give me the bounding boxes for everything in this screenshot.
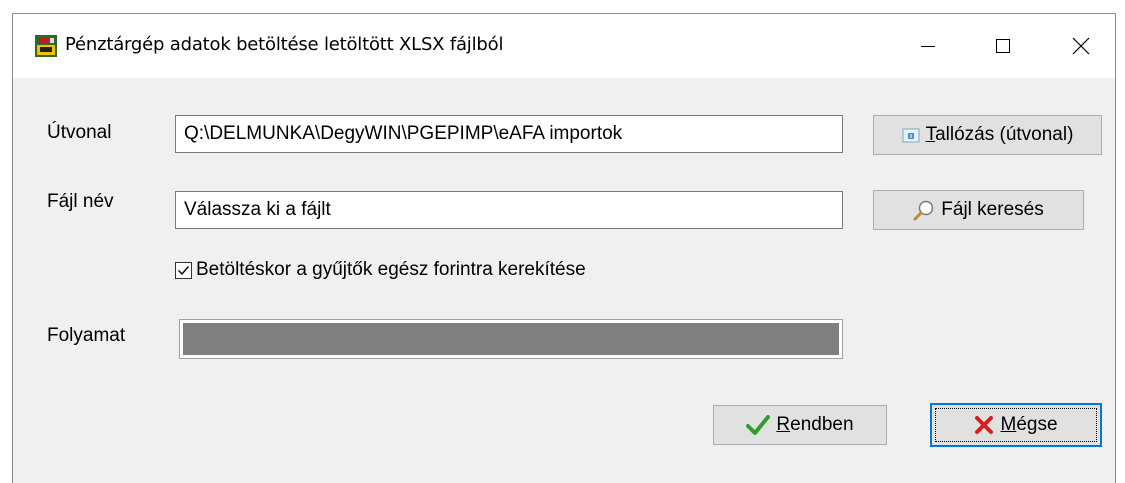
folder-browse-icon — [902, 128, 920, 143]
cancel-button[interactable]: Mégse — [930, 403, 1102, 447]
file-name-input[interactable]: Válassza ki a fájlt — [175, 191, 843, 229]
magnifier-icon — [913, 200, 934, 221]
browse-accel: T — [925, 124, 936, 145]
ok-rest: endben — [790, 414, 854, 435]
ok-accel: R — [776, 414, 791, 435]
checkmark-icon — [178, 266, 190, 276]
close-icon — [1072, 37, 1090, 55]
checkmark-ok-icon — [746, 415, 771, 435]
progress-fill — [183, 323, 839, 355]
browse-path-button[interactable]: Tallózás (útvonal) — [873, 115, 1102, 155]
maximize-button[interactable] — [971, 14, 1035, 78]
progress-bar — [179, 319, 843, 359]
path-label: Útvonal — [47, 122, 112, 143]
dialog-window: Pénztárgép adatok betöltése letöltött XL… — [12, 13, 1116, 483]
browse-rest: allózás (útvonal) — [935, 124, 1074, 145]
progress-label: Folyamat — [47, 325, 126, 346]
window-title: Pénztárgép adatok betöltése letöltött XL… — [65, 34, 504, 55]
ok-label: Rendben — [776, 414, 853, 436]
browse-path-label: Tallózás (útvonal) — [926, 124, 1074, 146]
file-search-label: Fájl keresés — [941, 199, 1044, 220]
minimize-icon — [921, 46, 935, 47]
file-name-label: Fájl név — [47, 191, 114, 212]
path-input[interactable]: Q:\DELMUNKA\DegyWIN\PGEPIMP\eAFA importo… — [175, 115, 843, 153]
file-search-button[interactable]: Fájl keresés — [873, 190, 1084, 230]
maximize-icon — [996, 39, 1010, 53]
rounding-checkbox-label[interactable]: Betöltéskor a gyűjtők egész forintra ker… — [196, 259, 586, 281]
ok-button[interactable]: Rendben — [713, 405, 887, 445]
minimize-button[interactable] — [896, 14, 960, 78]
rounding-checkbox[interactable] — [175, 262, 192, 279]
title-bar: Pénztárgép adatok betöltése letöltött XL… — [13, 14, 1115, 78]
cash-register-app-icon — [35, 35, 57, 57]
close-button[interactable] — [1049, 14, 1113, 78]
focus-rectangle — [935, 408, 1097, 442]
